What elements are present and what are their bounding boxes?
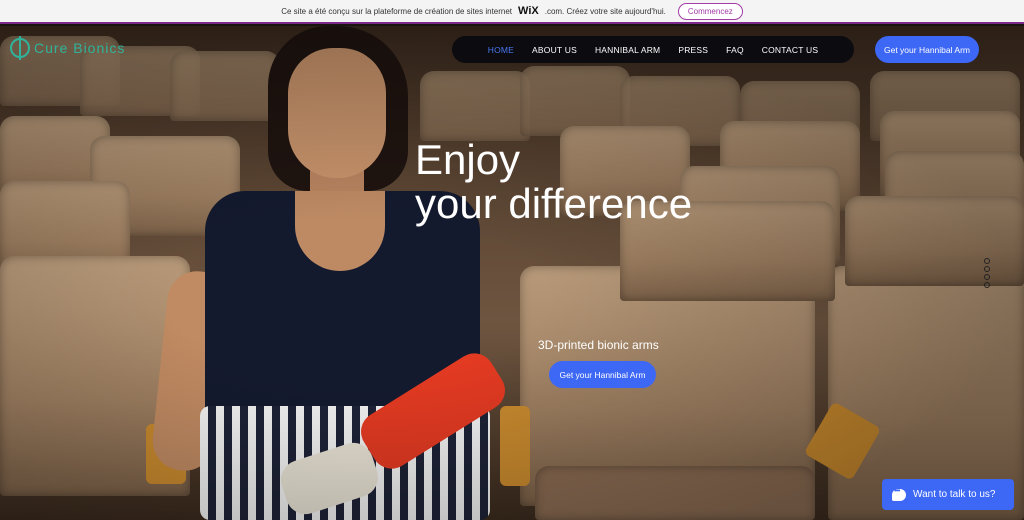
headline-line-2: your difference [415, 180, 693, 227]
chat-bubble-icon [892, 486, 906, 501]
hero-headline: Enjoy your difference [415, 138, 692, 226]
nav-item-faq[interactable]: FAQ [726, 45, 744, 55]
headline-line-1: Enjoy [415, 136, 521, 183]
chat-label: Want to talk to us? [913, 489, 996, 500]
banner-text-after: .com. Créez votre site aujourd'hui. [544, 6, 666, 16]
nav-item-press[interactable]: PRESS [678, 45, 708, 55]
chat-button[interactable]: Want to talk to us? [882, 479, 1014, 510]
wix-banner: Ce site a été conçu sur la plateforme de… [0, 0, 1024, 24]
header-get-arm-button[interactable]: Get your Hannibal Arm [875, 36, 979, 63]
slide-navigation [984, 258, 990, 288]
cure-bionics-logo-icon [10, 36, 30, 60]
commencez-button[interactable]: Commencez [677, 2, 743, 20]
slide-dot-1[interactable] [984, 258, 990, 264]
wix-logo: WiX [518, 5, 539, 17]
nav-item-about-us[interactable]: ABOUT US [532, 45, 577, 55]
slide-dot-3[interactable] [984, 274, 990, 280]
hero-subhead: 3D-printed bionic arms [538, 338, 659, 352]
banner-text-before: Ce site a été conçu sur la plateforme de… [281, 6, 513, 16]
nav-item-contact-us[interactable]: CONTACT US [762, 45, 818, 55]
nav-item-hannibal-arm[interactable]: HANNIBAL ARM [595, 45, 660, 55]
slide-dot-4[interactable] [984, 282, 990, 288]
slide-dot-2[interactable] [984, 266, 990, 272]
site-logo[interactable]: Cure Bionics [10, 36, 126, 60]
main-nav: HOME ABOUT US HANNIBAL ARM PRESS FAQ CON… [452, 36, 854, 63]
hero-get-arm-button[interactable]: Get your Hannibal Arm [549, 361, 656, 388]
hero-image [0, 26, 1024, 520]
logo-text: Cure Bionics [34, 40, 126, 56]
nav-item-home[interactable]: HOME [488, 45, 514, 55]
